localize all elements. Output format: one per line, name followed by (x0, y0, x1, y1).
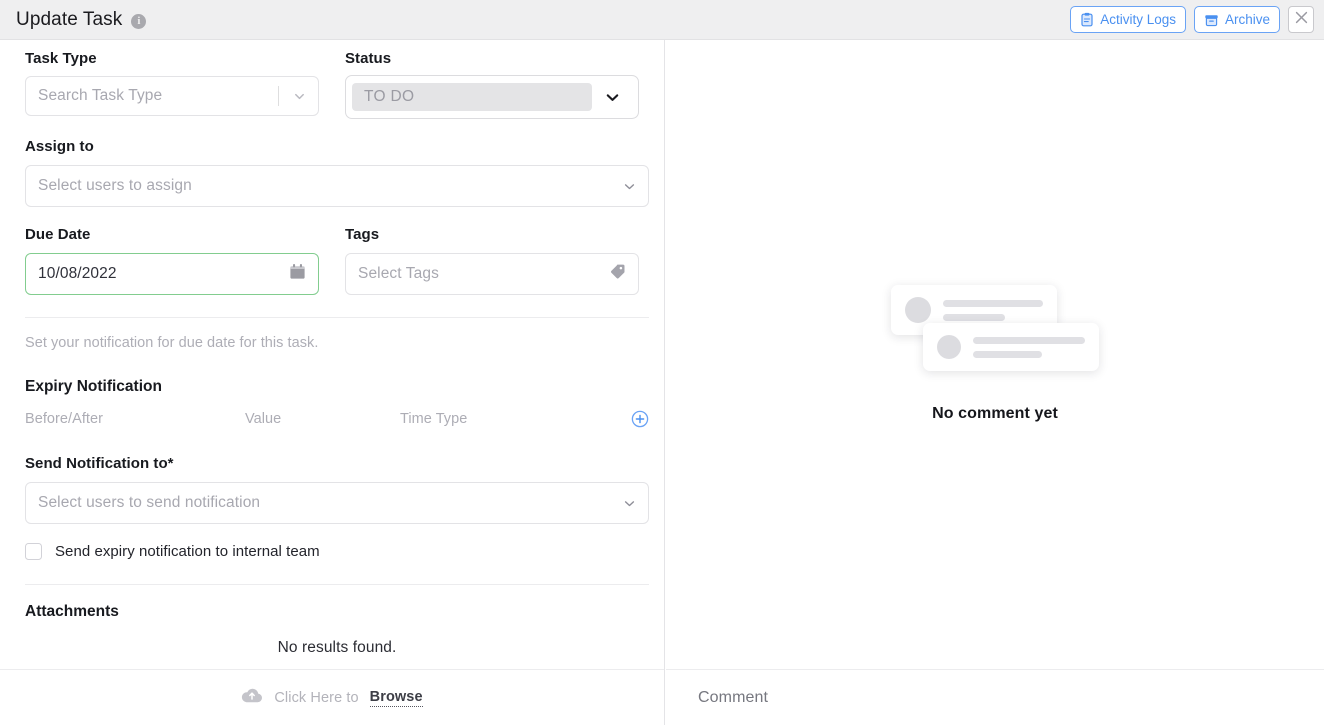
assign-to-placeholder: Select users to assign (38, 177, 192, 194)
assign-to-input[interactable]: Select users to assign (25, 165, 649, 207)
placeholder-bar (943, 313, 1005, 321)
task-type-separator (278, 86, 279, 106)
task-type-input[interactable]: Search Task Type (25, 76, 319, 116)
internal-team-checkbox[interactable] (25, 543, 42, 560)
archive-box-icon (1204, 13, 1219, 27)
activity-logs-button[interactable]: Activity Logs (1070, 6, 1186, 33)
send-notification-label: Send Notification to* (25, 455, 174, 472)
comment-placeholder: Comment (698, 688, 769, 706)
cloud-upload-icon (241, 687, 263, 709)
due-date-label: Due Date (25, 226, 91, 243)
expiry-notification-title: Expiry Notification (25, 378, 162, 395)
plus-circle-icon (631, 410, 649, 428)
task-type-status-row: Task Type Search Task Type Status TO DO (25, 50, 639, 119)
close-button[interactable] (1288, 6, 1314, 33)
chevron-down-icon (624, 500, 635, 506)
page-title: Update Task (16, 8, 123, 30)
status-label: Status (345, 50, 392, 67)
task-form-panel: Task Type Search Task Type Status TO DO … (0, 40, 665, 725)
upload-text: Click Here to (274, 689, 359, 706)
tags-input[interactable]: Select Tags (345, 253, 639, 295)
due-date-hint: Set your notification for due date for t… (25, 335, 319, 351)
attachments-empty-text: No results found. (277, 639, 397, 656)
avatar (937, 335, 961, 359)
status-value: TO DO (352, 83, 592, 111)
assign-to-field: Assign to Select users to assign (25, 138, 649, 207)
upload-bar[interactable]: Click Here to Browse (0, 669, 664, 725)
chevron-down-icon (295, 93, 304, 99)
placeholder-bar (943, 299, 1043, 307)
due-date-tags-row: Due Date 10/08/2022 Tags Select Tags (25, 226, 639, 295)
archive-label: Archive (1224, 12, 1270, 27)
modal-header: Update Task i Activity Logs Archive (0, 0, 1324, 40)
update-task-modal: Update Task i Activity Logs Archive Task… (0, 0, 1324, 725)
attachments-title: Attachments (25, 603, 119, 620)
modal-body: Task Type Search Task Type Status TO DO … (0, 40, 1324, 725)
no-comment-text: No comment yet (932, 405, 1058, 422)
status-field: Status TO DO (345, 50, 639, 119)
assign-to-label: Assign to (25, 138, 94, 155)
expiry-col-time-type: Time Type (400, 411, 468, 427)
task-type-placeholder: Search Task Type (38, 87, 163, 104)
placeholder-bars (973, 336, 1085, 358)
send-notification-field: Send Notification to* Select users to se… (25, 455, 649, 524)
comment-input-bar[interactable]: Comment (666, 669, 1324, 725)
expiry-col-value: Value (245, 411, 282, 427)
tags-field: Tags Select Tags (345, 226, 639, 295)
due-date-field: Due Date 10/08/2022 (25, 226, 319, 295)
archive-button[interactable]: Archive (1193, 6, 1280, 33)
avatar (905, 297, 931, 323)
illustration-card-front (923, 323, 1099, 371)
tag-icon[interactable] (609, 263, 626, 285)
comments-panel: No comment yet Comment (666, 40, 1324, 725)
tags-placeholder: Select Tags (358, 265, 439, 282)
status-chevron[interactable] (592, 90, 632, 105)
header-title-group: Update Task i (16, 8, 147, 31)
internal-team-checkbox-row[interactable]: Send expiry notification to internal tea… (25, 543, 639, 560)
expiry-notification-header-row: Before/After Value Time Type (25, 410, 649, 428)
placeholder-bars (943, 299, 1043, 321)
due-date-input[interactable]: 10/08/2022 (25, 253, 319, 295)
placeholder-bar (973, 350, 1043, 358)
clipboard-icon (1080, 12, 1094, 27)
info-icon[interactable]: i (131, 14, 147, 29)
close-icon (1295, 11, 1308, 29)
calendar-icon[interactable] (289, 263, 306, 285)
comments-empty-state: No comment yet (666, 40, 1324, 668)
due-date-value: 10/08/2022 (38, 265, 117, 282)
tags-label: Tags (345, 226, 380, 243)
browse-link[interactable]: Browse (369, 689, 423, 707)
expiry-col-before-after: Before/After (25, 411, 103, 427)
header-actions: Activity Logs Archive (1070, 6, 1314, 33)
placeholder-bar (973, 336, 1085, 344)
task-type-field: Task Type Search Task Type (25, 50, 319, 119)
comment-cards-illustration (891, 285, 1099, 371)
section-divider-1 (25, 317, 649, 318)
chevron-down-icon (624, 183, 635, 189)
task-form-scroll-area: Task Type Search Task Type Status TO DO … (0, 40, 664, 668)
send-notification-placeholder: Select users to send notification (38, 494, 261, 511)
section-divider-2 (25, 584, 649, 585)
activity-logs-label: Activity Logs (1100, 12, 1176, 27)
send-notification-input[interactable]: Select users to send notification (25, 482, 649, 524)
internal-team-checkbox-label: Send expiry notification to internal tea… (55, 543, 320, 560)
add-expiry-notification-button[interactable] (631, 410, 649, 428)
chevron-down-icon (606, 93, 618, 101)
status-dropdown[interactable]: TO DO (345, 75, 639, 119)
task-type-label: Task Type (25, 50, 97, 67)
